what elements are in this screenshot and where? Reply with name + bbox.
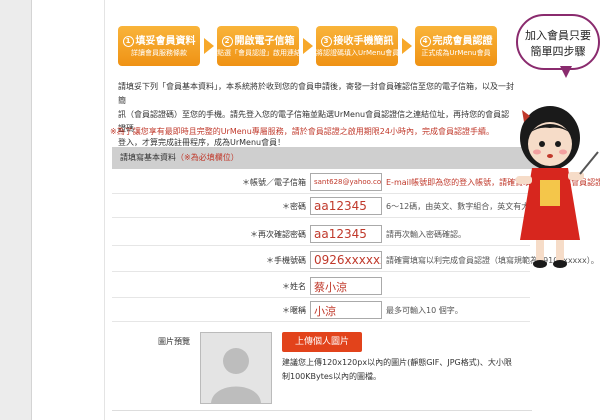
step-title: 完成會員認證 [432, 36, 493, 47]
mobile-field[interactable]: 0926xxxxxx [310, 251, 382, 269]
activation-note: ※為了讓您享有最即時且完整的UrMenu專屬服務，請於會員認證之啟用期限24小時… [110, 127, 494, 136]
step-1: 1 填妥會員資料 詳讀會員服務條款 [118, 26, 200, 66]
step-number: 4 [419, 36, 431, 47]
password-confirm-hint: 請再次輸入密碼確認。 [386, 230, 466, 239]
form-header: 請填寫基本資料（※為必填欄位） [112, 147, 542, 169]
password-label: ＊密碼 [282, 202, 306, 211]
row-name: ＊姓名 蔡小涼 [112, 274, 530, 298]
step-number: 2 [221, 36, 233, 47]
step-title: 開啟電子信箱 [234, 36, 295, 47]
content-border [104, 0, 105, 420]
row-email: ＊帳號／電子信箱 sant628@yahoo.com.tw E-mail帳號即為… [112, 170, 600, 194]
row-mobile: ＊手機號碼 0926xxxxxx 請確實填寫以利完成會員認證（填寫規範為0910… [112, 248, 599, 272]
step-subtitle: 詳讀會員服務條款 [131, 49, 187, 57]
step-subtitle: 點選「會員認證」啟用連結 [217, 49, 301, 57]
password-confirm-field[interactable]: aa12345 [310, 225, 382, 243]
mobile-label: ＊手機號碼 [266, 256, 306, 265]
step-number: 3 [320, 36, 332, 47]
photo-hint: 建議您上傳120x120px以內的圖片(靜態GIF、JPG格式)、大小限制100… [282, 358, 512, 381]
intro-line: 請填妥下列「會員基本資料」，本系統將於收到您的會員申請後，寄發一封會員確認信至您… [118, 82, 514, 105]
arrow-right-icon [303, 38, 313, 54]
password-confirm-label: ＊再次確認密碼 [250, 230, 306, 239]
row-password: ＊密碼 aa12345 6～12碼，由英文、數字組合，英文有大小寫之分。 [112, 194, 569, 218]
arrow-right-icon [402, 38, 412, 54]
step-subtitle: 將認證碼填入UrMenu會員認證 [316, 49, 414, 57]
bubble-line-1: 加入會員只要 [525, 29, 591, 42]
step-title: 接收手機簡訊 [333, 36, 394, 47]
step-subtitle: 正式成為UrMenu會員 [421, 49, 491, 57]
email-label: ＊帳號／電子信箱 [242, 178, 306, 187]
step-number: 1 [122, 36, 134, 47]
avatar-placeholder [200, 332, 272, 404]
step-title: 填妥會員資料 [135, 36, 196, 47]
required-note: （※為必填欄位） [176, 153, 239, 162]
nickname-label: ＊暱稱 [282, 306, 306, 315]
bubble-line-2: 簡單四步驟 [530, 45, 586, 58]
nickname-field[interactable]: 小涼 [310, 301, 382, 319]
bubble-tail [560, 66, 572, 78]
email-field[interactable]: sant628@yahoo.com.tw [310, 173, 382, 191]
intro-text: 請填妥下列「會員基本資料」，本系統將於收到您的會員申請後，寄發一封會員確認信至您… [118, 80, 514, 150]
person-silhouette-icon [201, 333, 271, 403]
step-banner: 1 填妥會員資料 詳讀會員服務條款 2 開啟電子信箱 點選「會員認證」啟用連結 3接… [118, 26, 498, 66]
name-label: ＊姓名 [282, 282, 306, 291]
upload-photo-button[interactable]: 上傳個人圖片 [282, 332, 362, 352]
row-nickname: ＊暱稱 小涼 最多可輸入10 個字。 [112, 298, 530, 322]
nickname-hint: 最多可輸入10 個字。 [386, 306, 463, 315]
step-4: 4 完成會員認證 正式成為UrMenu會員 [415, 26, 497, 66]
cartoon-girl-mascot [516, 106, 599, 268]
divider [112, 410, 532, 411]
arrow-right-icon [204, 38, 214, 54]
speech-bubble: 加入會員只要 簡單四步驟 [516, 14, 600, 70]
password-field[interactable]: aa12345 [310, 197, 382, 215]
step-3: 3 接收手機簡訊 將認證碼填入UrMenu會員認證 [316, 26, 414, 66]
form-header-title: 請填寫基本資料 [120, 153, 176, 162]
window-left-edge [0, 0, 32, 420]
photo-preview-label: 圖片預覽 [158, 337, 190, 346]
row-password-confirm: ＊再次確認密碼 aa12345 請再次輸入密碼確認。 [112, 222, 530, 246]
page: 1 填妥會員資料 詳讀會員服務條款 2 開啟電子信箱 點選「會員認證」啟用連結 3接… [0, 0, 600, 420]
name-field[interactable]: 蔡小涼 [310, 277, 382, 295]
step-2: 2 開啟電子信箱 點選「會員認證」啟用連結 [217, 26, 301, 66]
